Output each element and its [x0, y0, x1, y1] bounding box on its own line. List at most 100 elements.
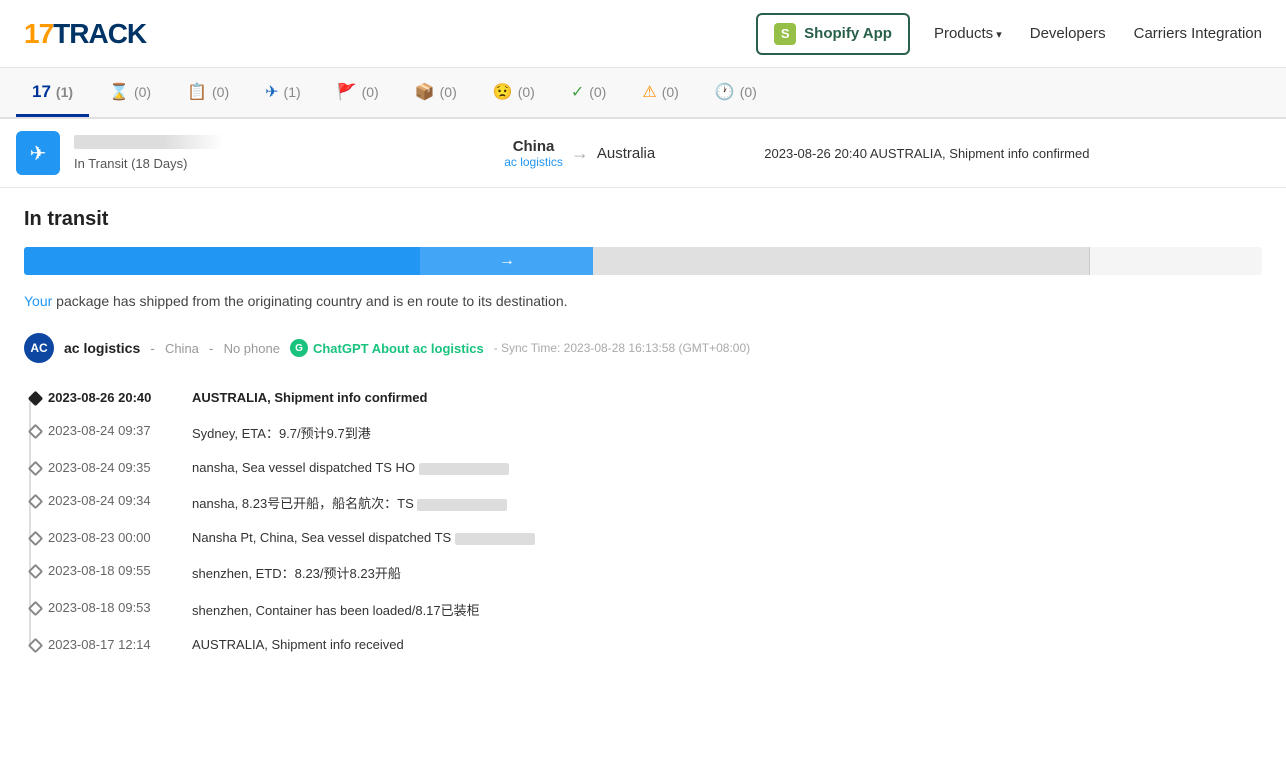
- tab-arrived[interactable]: 🚩 (0): [321, 68, 395, 117]
- tracking-latest-event: 2023-08-26 20:40 AUSTRALIA, Shipment inf…: [764, 146, 1270, 161]
- tab-all-count: (1): [56, 84, 73, 100]
- tab-pending-count: (0): [134, 84, 151, 100]
- event-desc: Nansha Pt, China, Sea vessel dispatched …: [192, 530, 535, 545]
- event-desc: Sydney, ETA：9.7/预计9.7到港: [192, 423, 371, 442]
- event-time: 2023-08-18 09:53: [48, 600, 178, 615]
- progress-seg-2: →: [420, 247, 593, 275]
- shopify-app-button[interactable]: S Shopify App: [756, 13, 910, 55]
- event-time: 2023-08-24 09:34: [48, 493, 178, 508]
- tab-pickup-icon: 📦: [415, 82, 435, 102]
- event-bullet: [28, 564, 44, 580]
- tab-transit-icon: ✈: [265, 82, 278, 102]
- tab-pickup[interactable]: 📦 (0): [399, 68, 473, 117]
- progress-seg-1: [24, 247, 420, 275]
- event-item: 2023-08-24 09:35 nansha, Sea vessel dispa…: [48, 451, 1262, 484]
- event-desc: AUSTRALIA, Shipment info received: [192, 637, 404, 652]
- description-highlight: Your: [24, 293, 52, 309]
- carrier-info: AC ac logistics - China - No phone G Cha…: [24, 333, 1262, 363]
- section-title: In transit: [24, 208, 1262, 231]
- chatgpt-icon: G: [290, 339, 308, 357]
- event-bullet: [28, 494, 44, 510]
- tab-collecting-count: (0): [212, 84, 229, 100]
- progress-seg-3: [593, 247, 1088, 275]
- chatgpt-label: ChatGPT About ac logistics: [313, 341, 484, 356]
- progress-arrow-icon: →: [499, 252, 515, 270]
- tab-pending-icon: ⌛: [109, 82, 129, 102]
- tab-expired-count: (0): [740, 84, 757, 100]
- event-item: 2023-08-18 09:55 shenzhen, ETD：8.23/预计8.2…: [48, 554, 1262, 591]
- tracking-route: China ac logistics → Australia: [411, 138, 748, 169]
- event-item: 2023-08-24 09:34 nansha, 8.23号已开船，船名航次：TS: [48, 484, 1262, 521]
- route-origin-country: China: [504, 138, 563, 155]
- event-time: 2023-08-17 12:14: [48, 637, 178, 652]
- tab-expired[interactable]: 🕐 (0): [699, 68, 773, 117]
- tab-alert-count: (0): [662, 84, 679, 100]
- progress-seg-4: [1089, 247, 1262, 275]
- tab-delivered[interactable]: ✓ (0): [555, 68, 623, 117]
- carrier-sep-1: -: [150, 340, 155, 356]
- carrier-sep-2: -: [209, 340, 214, 356]
- logo-track: TRACK: [53, 18, 146, 50]
- tab-transit-count: (1): [284, 84, 301, 100]
- tab-expired-icon: 🕐: [715, 82, 735, 102]
- blurred-text: [417, 499, 507, 511]
- route-origin: China ac logistics: [504, 138, 563, 169]
- chatgpt-link[interactable]: G ChatGPT About ac logistics: [290, 339, 484, 357]
- description-text: package has shipped from the originating…: [52, 293, 567, 309]
- tab-collecting-icon: 📋: [187, 82, 207, 102]
- tab-in-transit[interactable]: ✈ (1): [249, 68, 317, 117]
- nav-developers[interactable]: Developers: [1030, 25, 1106, 42]
- carrier-name: ac logistics: [64, 340, 140, 356]
- tab-undelivered-count: (0): [518, 84, 535, 100]
- event-desc: shenzhen, ETD：8.23/预计8.23开船: [192, 563, 401, 582]
- event-desc: nansha, Sea vessel dispatched TS HO: [192, 460, 509, 475]
- tracking-info: In Transit (18 Days): [74, 135, 411, 171]
- event-item: 2023-08-23 00:00 Nansha Pt, China, Sea ve…: [48, 521, 1262, 554]
- event-bullet: [28, 461, 44, 477]
- event-bullet: [28, 638, 44, 654]
- progress-bar: →: [24, 247, 1262, 275]
- tab-arrived-count: (0): [362, 84, 379, 100]
- event-desc: shenzhen, Container has been loaded/8.17…: [192, 600, 480, 619]
- tab-arrived-icon: 🚩: [337, 82, 357, 102]
- shopify-icon: S: [774, 23, 796, 45]
- carrier-icon: AC: [24, 333, 54, 363]
- tracking-status-text: In Transit (18 Days): [74, 156, 411, 171]
- nav-products[interactable]: Products: [934, 25, 1002, 42]
- event-bullet: [28, 424, 44, 440]
- blurred-text: [419, 463, 509, 475]
- tab-delivered-count: (0): [589, 84, 606, 100]
- sync-time: - Sync Time: 2023-08-28 16:13:58 (GMT+08…: [494, 341, 750, 355]
- logo: 17TRACK: [24, 18, 146, 50]
- event-item: 2023-08-24 09:37 Sydney, ETA：9.7/预计9.7到港: [48, 414, 1262, 451]
- tabs-bar: 17 (1) ⌛ (0) 📋 (0) ✈ (1) 🚩 (0) 📦 (0) 😟 (…: [0, 68, 1286, 119]
- status-description: Your package has shipped from the origin…: [24, 293, 1262, 309]
- tab-collecting[interactable]: 📋 (0): [171, 68, 245, 117]
- tab-delivered-icon: ✓: [571, 82, 584, 102]
- event-time: 2023-08-26 20:40: [48, 390, 178, 405]
- tab-undelivered-icon: 😟: [493, 82, 513, 102]
- carrier-phone: No phone: [224, 341, 280, 356]
- shopify-btn-label: Shopify App: [804, 25, 892, 42]
- tracking-row[interactable]: ✈ In Transit (18 Days) China ac logistic…: [0, 119, 1286, 188]
- event-bullet: [28, 391, 44, 407]
- main-nav: Products Developers Carriers Integration: [934, 25, 1262, 42]
- tracking-status-icon: ✈: [16, 131, 60, 175]
- header: 17TRACK S Shopify App Products Developer…: [0, 0, 1286, 68]
- tab-all[interactable]: 17 (1): [16, 68, 89, 117]
- event-time: 2023-08-18 09:55: [48, 563, 178, 578]
- event-desc: nansha, 8.23号已开船，船名航次：TS: [192, 493, 507, 512]
- event-item: 2023-08-18 09:53 shenzhen, Container has …: [48, 591, 1262, 628]
- route-carrier: ac logistics: [504, 155, 563, 169]
- tab-undelivered[interactable]: 😟 (0): [477, 68, 551, 117]
- tab-alert[interactable]: ⚠ (0): [626, 68, 694, 117]
- event-bullet: [28, 601, 44, 617]
- carrier-country: China: [165, 341, 199, 356]
- nav-carriers[interactable]: Carriers Integration: [1134, 25, 1262, 42]
- event-time: 2023-08-23 00:00: [48, 530, 178, 545]
- event-time: 2023-08-24 09:37: [48, 423, 178, 438]
- route-destination: Australia: [597, 145, 655, 162]
- blurred-text: [455, 533, 535, 545]
- tab-pending[interactable]: ⌛ (0): [93, 68, 167, 117]
- event-time: 2023-08-24 09:35: [48, 460, 178, 475]
